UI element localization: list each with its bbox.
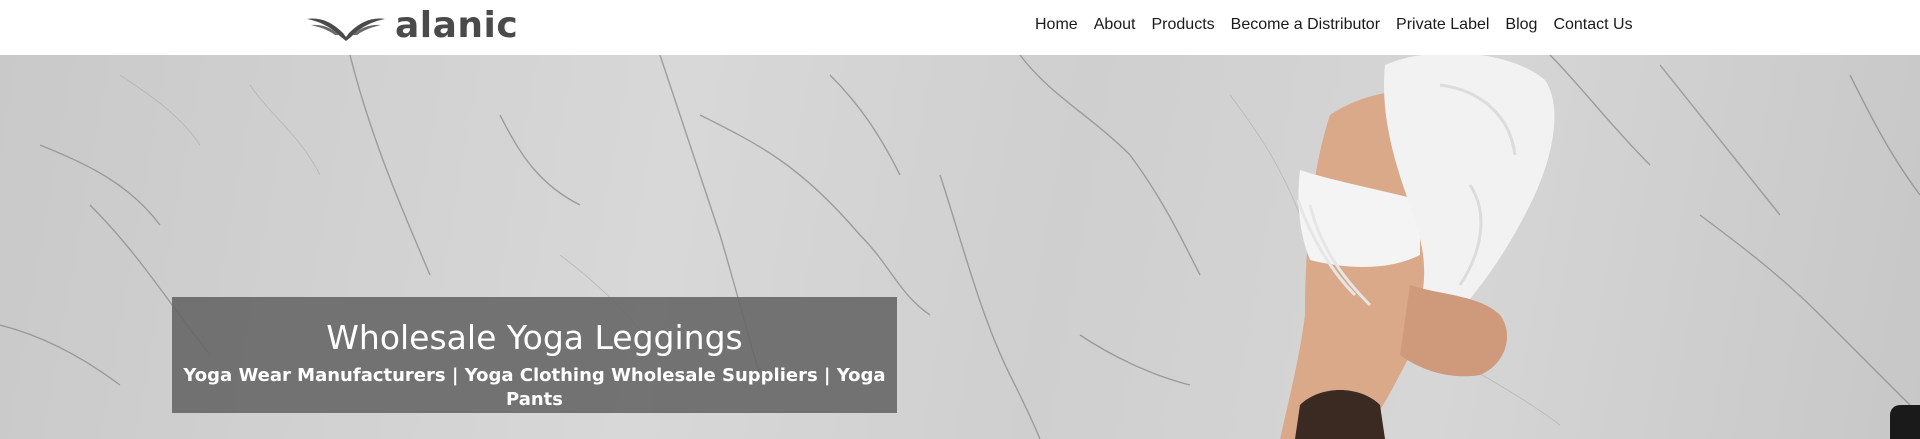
nav-item-home[interactable]: Home [1035, 14, 1078, 36]
nav-item-become-distributor[interactable]: Become a Distributor [1231, 14, 1380, 36]
site-header: alanic Home About Products Become a Dist… [0, 0, 1920, 55]
nav-item-private-label[interactable]: Private Label [1396, 14, 1489, 36]
logo-text: alanic [395, 5, 519, 46]
hero-caption-box: Wholesale Yoga Leggings Yoga Wear Manufa… [172, 297, 897, 413]
nav-item-products[interactable]: Products [1152, 14, 1215, 36]
nav-item-blog[interactable]: Blog [1505, 14, 1537, 36]
side-tab-button[interactable] [1890, 405, 1920, 439]
logo[interactable]: alanic [305, 7, 518, 45]
wings-logo-icon [307, 18, 385, 41]
nav-item-contact-us[interactable]: Contact Us [1553, 14, 1632, 36]
hero-title: Wholesale Yoga Leggings [326, 318, 743, 357]
nav-item-about[interactable]: About [1094, 14, 1136, 36]
main-nav: Home About Products Become a Distributor… [1035, 14, 1649, 36]
hero-subtitle: Yoga Wear Manufacturers | Yoga Clothing … [183, 365, 886, 410]
hero-banner: Wholesale Yoga Leggings Yoga Wear Manufa… [0, 55, 1920, 439]
